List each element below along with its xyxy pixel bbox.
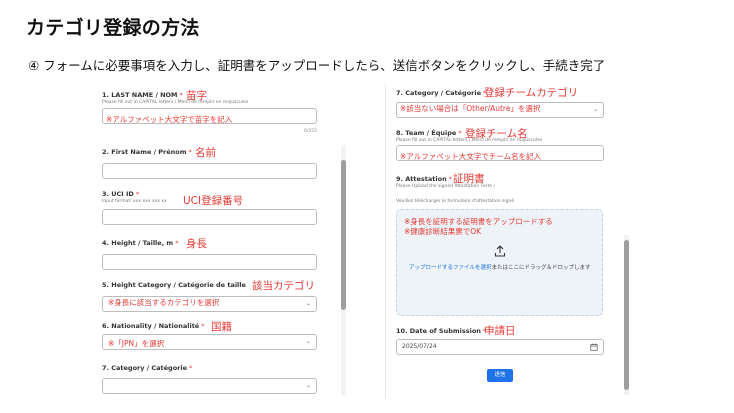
- category-select-left[interactable]: ⌄: [102, 378, 317, 394]
- upload-instructions: アップロードするファイルを選択またはここにドラッグ＆ドロップします: [409, 264, 594, 272]
- field-label: 4. Height / Taille, m: [102, 239, 174, 247]
- scrollbar-thumb[interactable]: [341, 160, 346, 310]
- field-label: 7. Category / Catégorie: [396, 89, 482, 97]
- field-label: 8. Team / Équipe: [396, 129, 457, 137]
- first-name-input[interactable]: [102, 163, 317, 179]
- date-value: 2025/07/24: [402, 343, 437, 350]
- field-help: Please Upload the signed Attestation For…: [396, 184, 495, 189]
- chevron-down-icon: ⌄: [305, 382, 311, 389]
- chevron-down-icon: ⌄: [592, 106, 598, 113]
- annotation-team-box: ※アルファベット大文字でチーム名を記入: [400, 152, 541, 161]
- category-field-left: 7. Category / Catégorie * ⌄: [102, 364, 317, 394]
- calendar-icon[interactable]: [590, 343, 598, 351]
- chevron-down-icon: ⌄: [305, 338, 311, 345]
- field-label: 6. Nationality / Nationalité: [102, 322, 200, 330]
- required-mark: *: [448, 175, 452, 183]
- required-mark: *: [175, 239, 179, 247]
- field-label: 9. Attestation: [396, 175, 447, 183]
- annotation-height: 身長: [186, 238, 207, 250]
- field-label: 5. Height Category / Catégorie de taille: [102, 281, 246, 289]
- submit-button[interactable]: 送信: [487, 369, 513, 382]
- required-mark: *: [179, 91, 183, 99]
- field-label: 1. LAST NAME / NOM: [102, 91, 178, 99]
- annotation-uci: UCI登録番号: [183, 195, 244, 207]
- annotation-height-category-box: ※身長に該当するカテゴリを選択: [108, 298, 220, 307]
- field-help: Please fill out in CAPITAL letters / Mer…: [102, 100, 249, 105]
- required-mark: *: [201, 322, 205, 330]
- annotation-attestation: 証明書: [453, 173, 485, 185]
- annotation-last-name: 苗字: [186, 90, 207, 102]
- required-mark: *: [458, 129, 462, 137]
- field-label: 2. First Name / Prénom: [102, 148, 187, 156]
- chevron-down-icon: ⌄: [305, 300, 311, 307]
- required-mark: *: [135, 190, 140, 198]
- uci-id-input[interactable]: [102, 209, 317, 225]
- annotation-nationality-box: ※「JPN」を選択: [108, 339, 165, 348]
- scrollbar-thumb[interactable]: [624, 240, 629, 390]
- field-label: 7. Category / Catégorie: [102, 364, 188, 372]
- left-form-panel: 1. LAST NAME / NOM * Please fill out in C…: [92, 85, 350, 398]
- attestation-field: 9. Attestation * Please Upload the signed…: [396, 175, 604, 204]
- required-mark: *: [188, 148, 192, 156]
- annotation-category: 登録チームカテゴリ: [484, 87, 579, 99]
- annotation-nationality: 国籍: [211, 321, 232, 333]
- slide-title: カテゴリ登録の方法: [26, 17, 200, 39]
- upload-file-link[interactable]: アップロードするファイルを選択: [409, 265, 492, 271]
- annotation-date: 申請日: [484, 325, 516, 337]
- upload-rest-text: またはここにドラッグ＆ドロップします: [491, 265, 591, 271]
- field-label: 3. UCI ID: [102, 190, 134, 198]
- field-label: 10. Date of Submission: [396, 327, 481, 335]
- upload-icon: [494, 245, 506, 257]
- step-instruction: ④ フォームに必要事項を入力し、証明書をアップロードしたら、送信ボタンをクリック…: [28, 58, 606, 73]
- annotation-team: 登録チーム名: [465, 128, 528, 140]
- annotation-last-name-box: ※アルファベット大文字で苗字を記入: [106, 115, 233, 124]
- char-counter: 0/255: [304, 129, 317, 134]
- height-input[interactable]: [102, 254, 317, 270]
- annotation-first-name: 名前: [195, 147, 216, 159]
- height-field: 4. Height / Taille, m *: [102, 239, 317, 270]
- required-mark: *: [189, 364, 193, 372]
- annotation-height-category: 該当カテゴリ: [252, 280, 315, 292]
- field-help-fr: Veuillez télécharger le formulaire d'att…: [396, 199, 515, 204]
- annotation-attestation-box-2: ※健康診断結果票でOK: [404, 227, 482, 236]
- annotation-category-box: ※該当ない場合は「Other/Autre」を選択: [400, 104, 541, 113]
- date-input[interactable]: 2025/07/24: [396, 339, 604, 355]
